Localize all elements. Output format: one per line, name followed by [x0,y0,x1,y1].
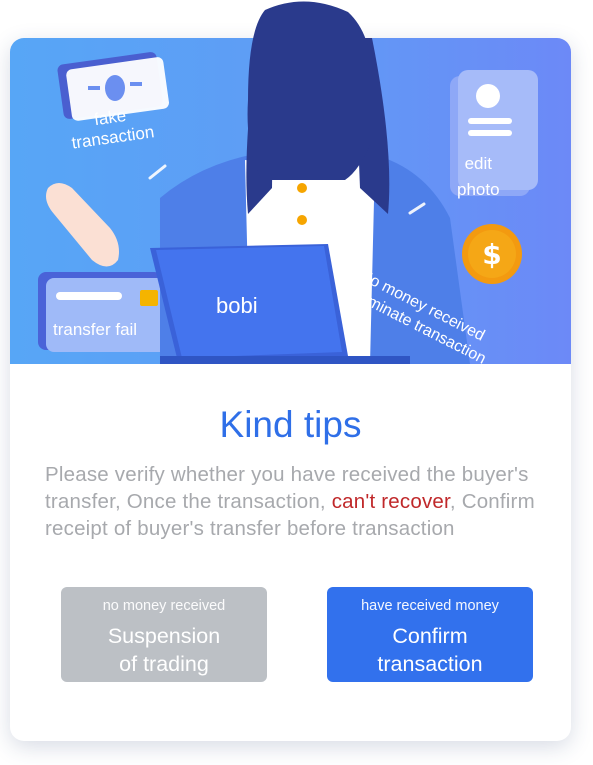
suspension-of-trading-button[interactable]: no money received Suspension of trading [61,587,267,682]
laptop-brand-label: bobi [216,293,258,318]
waving-hand-icon [46,183,119,267]
confirm-main-label: Confirm transaction [377,624,483,676]
dialog-description: Please verify whether you have received … [45,463,535,540]
dollar-coin-icon: $ [462,224,522,284]
transfer-fail-label: transfer fail [53,320,138,339]
confirm-transaction-button[interactable]: have received money Confirm transaction [327,587,533,682]
suspend-sub-label: no money received [102,598,226,614]
svg-text:$: $ [482,238,501,271]
warning-text: can't recover [331,490,450,513]
kind-tips-card: $ fake transaction edit photo transfer f… [10,38,571,741]
edit-photo-label: edit photo [457,154,500,199]
suspend-main-label: Suspension of trading [107,624,221,676]
hero-banner: $ fake transaction edit photo transfer f… [10,38,571,364]
bank-card-icon [38,272,172,352]
confirm-sub-label: have received money [361,598,499,614]
dialog-title: Kind tips [219,404,362,445]
